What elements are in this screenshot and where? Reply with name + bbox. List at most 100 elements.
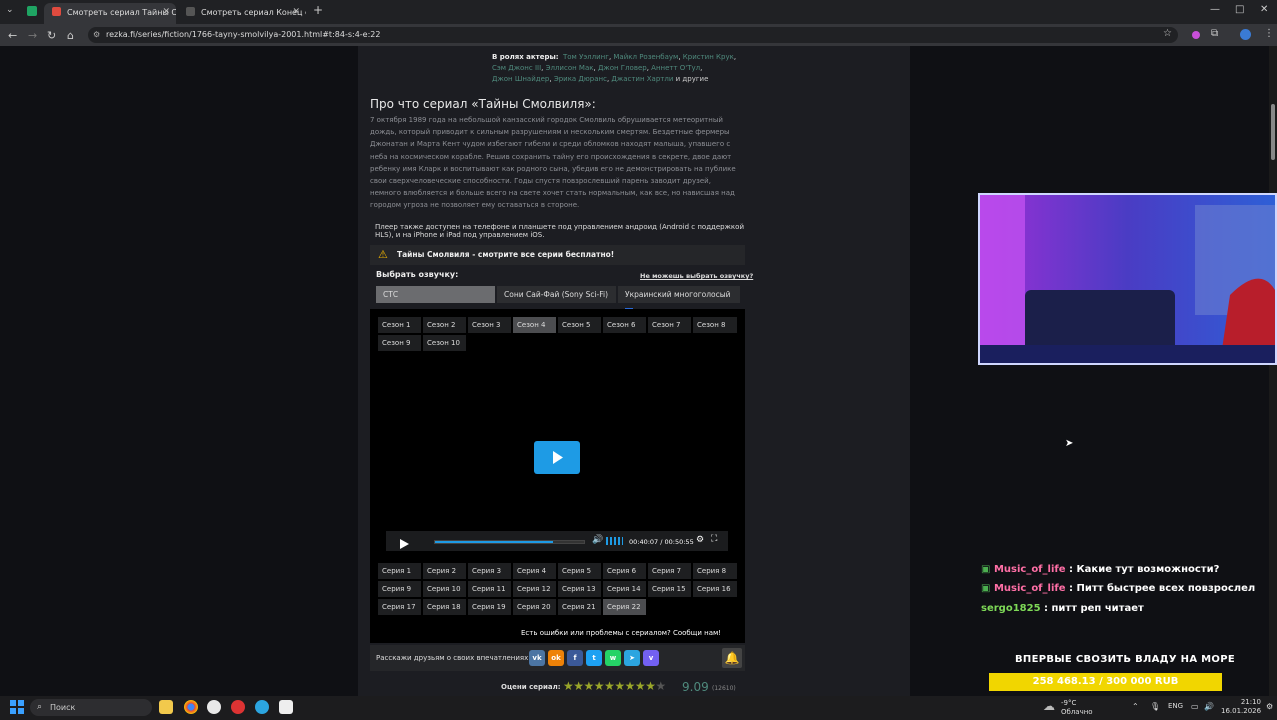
dub-option-ukrainian[interactable]: Украинский многоголосый: [618, 286, 740, 314]
season-tab[interactable]: Сезон 7: [648, 317, 691, 333]
episode-tab-active[interactable]: Серия 22: [603, 599, 646, 615]
chrome-icon[interactable]: [184, 700, 198, 714]
episode-tab[interactable]: Серия 19: [468, 599, 511, 615]
file-explorer-icon[interactable]: [159, 700, 173, 714]
back-icon[interactable]: ←: [8, 29, 17, 42]
episode-tab[interactable]: Серия 9: [378, 581, 421, 597]
episode-tab[interactable]: Серия 21: [558, 599, 601, 615]
speaker-icon[interactable]: 🔊: [1204, 702, 1214, 711]
home-icon[interactable]: ⌂: [67, 29, 74, 42]
episode-tab[interactable]: Серия 16: [693, 581, 737, 597]
episode-tab[interactable]: Серия 11: [468, 581, 511, 597]
maximize-button[interactable]: □: [1235, 4, 1244, 15]
actor-link[interactable]: Эрика Дюранс: [554, 75, 607, 83]
episode-tab[interactable]: Серия 18: [423, 599, 466, 615]
viber-icon[interactable]: v: [643, 650, 659, 666]
episode-tab[interactable]: Серия 2: [423, 563, 466, 579]
progress-track[interactable]: [434, 540, 585, 544]
tab-2[interactable]: Смотреть сериал Конец е*** ✕: [178, 3, 306, 24]
close-button[interactable]: ✕: [1260, 4, 1268, 15]
rating-star-icon[interactable]: ★: [573, 679, 584, 693]
microphone-icon[interactable]: 🎙: [1150, 702, 1160, 711]
telegram-app-icon[interactable]: [255, 700, 269, 714]
dub-option-sony-scifi[interactable]: Сони Сай-Фай (Sony Sci-Fi): [497, 286, 616, 303]
actor-link[interactable]: Майкл Розенбаум: [613, 53, 678, 61]
notifications-icon[interactable]: ⚙: [1266, 702, 1273, 711]
episode-tab[interactable]: Серия 12: [513, 581, 556, 597]
rating-star-icon[interactable]: ★: [584, 679, 595, 693]
episode-tab[interactable]: Серия 15: [648, 581, 691, 597]
season-tab[interactable]: Сезон 3: [468, 317, 511, 333]
reload-icon[interactable]: ↻: [47, 29, 56, 42]
ok-icon[interactable]: ok: [548, 650, 564, 666]
episode-tab[interactable]: Серия 10: [423, 581, 466, 597]
bell-icon[interactable]: 🔔: [722, 648, 742, 668]
season-tab[interactable]: Сезон 5: [558, 317, 601, 333]
volume-slider[interactable]: [606, 537, 623, 545]
rating-stars[interactable]: ★★★★★★★★★★: [563, 679, 666, 693]
dub-option-ctc[interactable]: СТС: [376, 286, 495, 303]
rating-star-icon[interactable]: ★: [645, 679, 656, 693]
episode-tab[interactable]: Серия 20: [513, 599, 556, 615]
tab-close-icon[interactable]: ✕: [162, 3, 170, 22]
windows-start-icon[interactable]: [10, 700, 24, 714]
episode-tab[interactable]: Серия 8: [693, 563, 737, 579]
volume-icon[interactable]: 🔊: [592, 535, 603, 545]
opera-icon[interactable]: [231, 700, 245, 714]
season-tab[interactable]: Сезон 10: [423, 335, 466, 351]
app-icon[interactable]: [207, 700, 221, 714]
taskbar-search-input[interactable]: ⌕ Поиск: [30, 699, 152, 716]
big-play-button[interactable]: [534, 441, 580, 474]
episode-tab[interactable]: Серия 6: [603, 563, 646, 579]
tab-search-icon[interactable]: ⌄: [6, 5, 14, 15]
episode-tab[interactable]: Серия 13: [558, 581, 601, 597]
actor-link[interactable]: Эллисон Мак: [546, 64, 594, 72]
season-tab[interactable]: Сезон 6: [603, 317, 646, 333]
rating-star-icon[interactable]: ★: [655, 679, 666, 693]
episode-tab[interactable]: Серия 1: [378, 563, 421, 579]
tray-chevron-icon[interactable]: ⌃: [1132, 702, 1139, 711]
sheets-icon[interactable]: [27, 6, 37, 16]
profile-avatar-icon[interactable]: [1240, 29, 1251, 40]
actor-link[interactable]: Том Уэллинг: [563, 53, 609, 61]
actor-link[interactable]: Сэм Джонс III: [492, 64, 541, 72]
season-tab-active[interactable]: Сезон 4: [513, 317, 556, 333]
episode-tab[interactable]: Серия 14: [603, 581, 646, 597]
vk-icon[interactable]: vk: [529, 650, 545, 666]
episode-tab[interactable]: Серия 3: [468, 563, 511, 579]
extensions-puzzle-icon[interactable]: ⧉: [1211, 28, 1218, 39]
season-tab[interactable]: Сезон 2: [423, 317, 466, 333]
episode-tab[interactable]: Серия 5: [558, 563, 601, 579]
actor-link[interactable]: Джон Шнайдер: [492, 75, 549, 83]
new-tab-button[interactable]: +: [313, 3, 323, 17]
episode-tab[interactable]: Серия 17: [378, 599, 421, 615]
rating-star-icon[interactable]: ★: [614, 679, 625, 693]
actor-link[interactable]: Джон Гловер: [598, 64, 647, 72]
menu-dots-icon[interactable]: ⋮: [1264, 28, 1274, 39]
rating-star-icon[interactable]: ★: [594, 679, 605, 693]
season-tab[interactable]: Сезон 8: [693, 317, 737, 333]
extension-icon[interactable]: [1192, 31, 1200, 39]
telegram-icon[interactable]: ➤: [624, 650, 640, 666]
tab-close-icon[interactable]: ✕: [292, 3, 300, 22]
rating-star-icon[interactable]: ★: [635, 679, 646, 693]
cant-choose-dub-link[interactable]: Не можешь выбрать озвучку?: [640, 272, 753, 280]
tab-1[interactable]: Смотреть сериал Тайны Смолв ✕: [44, 3, 176, 24]
obs-icon[interactable]: [279, 700, 293, 714]
actor-link[interactable]: Джастин Хартли: [611, 75, 673, 83]
season-tab[interactable]: Сезон 9: [378, 335, 421, 351]
bookmark-star-icon[interactable]: ☆: [1163, 28, 1172, 39]
actor-link[interactable]: Аннетт О'Тул: [651, 64, 700, 72]
fullscreen-icon[interactable]: ⛶: [711, 534, 717, 544]
clock-time[interactable]: 21:10: [1221, 698, 1261, 706]
report-text[interactable]: Есть ошибки или проблемы с сериалом? Соо…: [521, 629, 721, 637]
weather-cloud-icon[interactable]: ☁: [1043, 699, 1055, 713]
facebook-icon[interactable]: f: [567, 650, 583, 666]
whatsapp-icon[interactable]: w: [605, 650, 621, 666]
play-button[interactable]: [398, 535, 410, 554]
settings-gear-icon[interactable]: ⚙: [696, 535, 704, 545]
network-icon[interactable]: ▭: [1191, 702, 1199, 711]
episode-tab[interactable]: Серия 7: [648, 563, 691, 579]
twitter-icon[interactable]: t: [586, 650, 602, 666]
scrollbar-thumb[interactable]: [1271, 104, 1275, 160]
